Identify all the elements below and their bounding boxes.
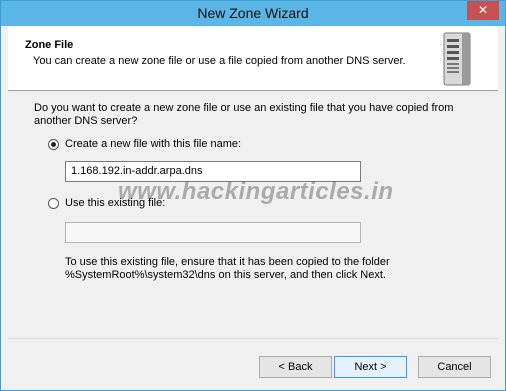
radio-use-existing-indicator[interactable] — [48, 197, 59, 209]
title-bar[interactable]: New Zone Wizard ✕ — [1, 1, 505, 26]
server-icon — [443, 32, 471, 86]
wizard-window: New Zone Wizard ✕ Zone File You can crea… — [0, 0, 506, 391]
close-button[interactable]: ✕ — [467, 1, 499, 20]
wizard-content: Do you want to create a new zone file or… — [8, 91, 498, 383]
close-icon: ✕ — [477, 3, 489, 17]
page-title: Zone File — [25, 39, 74, 51]
radio-use-existing[interactable]: Use this existing file: — [48, 197, 165, 209]
footer-divider — [8, 338, 498, 339]
next-button[interactable]: Next > — [334, 356, 407, 378]
existing-file-input[interactable] — [65, 222, 361, 243]
question-text: Do you want to create a new zone file or… — [34, 102, 454, 127]
radio-create-new-label: Create a new file with this file name: — [65, 138, 242, 150]
radio-create-new-indicator[interactable] — [48, 138, 59, 150]
page-subtitle: You can create a new zone file or use a … — [33, 55, 406, 67]
back-button[interactable]: < Back — [259, 356, 332, 378]
radio-create-new[interactable]: Create a new file with this file name: — [48, 138, 241, 150]
window-title: New Zone Wizard — [197, 5, 309, 21]
wizard-header: Zone File You can create a new zone file… — [8, 26, 498, 91]
existing-file-note: To use this existing file, ensure that i… — [65, 256, 390, 281]
radio-use-existing-label: Use this existing file: — [65, 197, 166, 209]
cancel-button[interactable]: Cancel — [418, 356, 491, 378]
